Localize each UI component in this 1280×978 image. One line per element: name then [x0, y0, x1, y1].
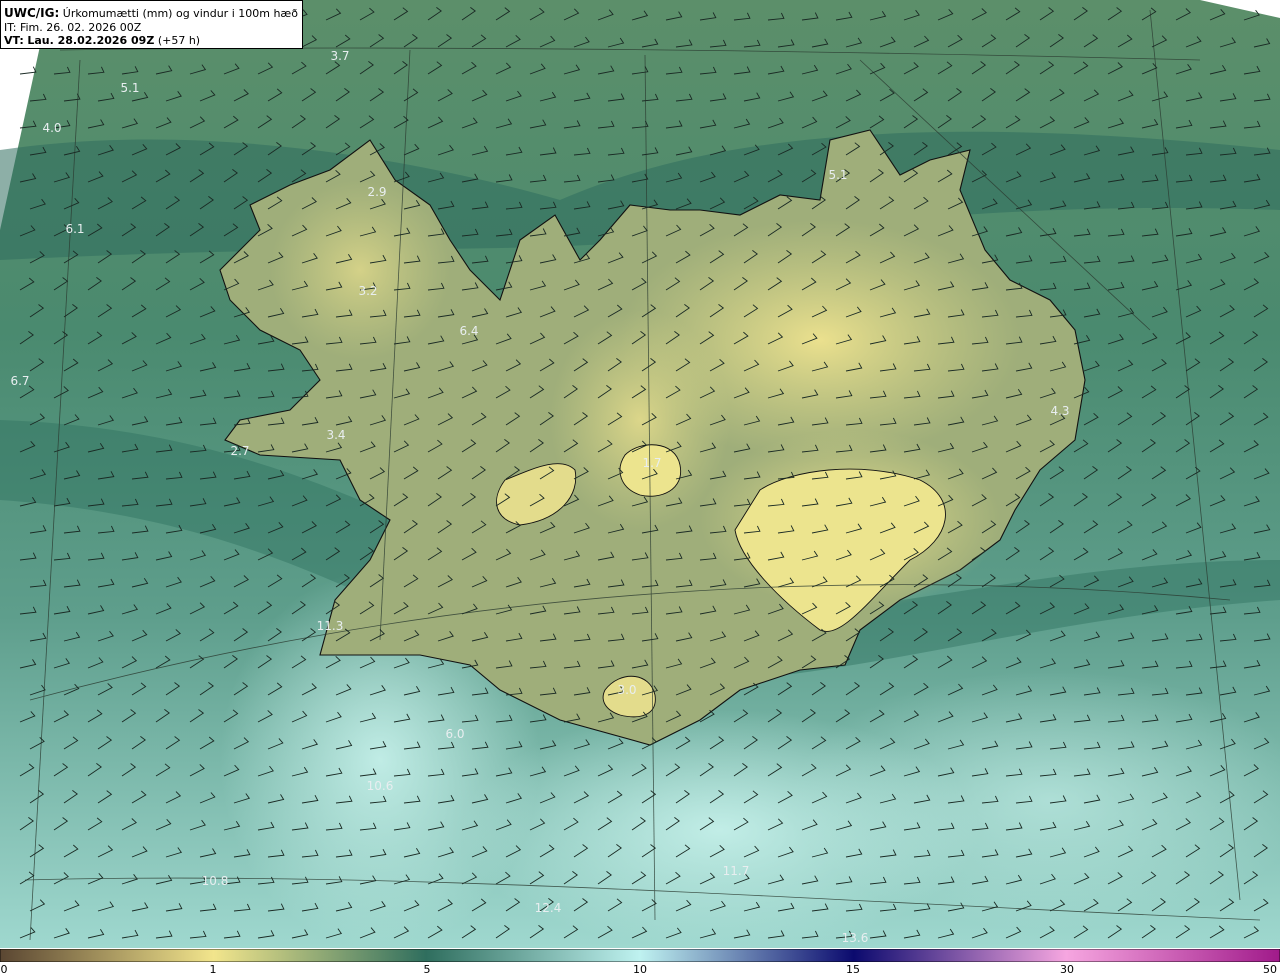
product-description: Úrkomumætti (mm) og vindur i 100m hæð	[62, 7, 298, 20]
precip-value-label: 6.4	[459, 324, 478, 338]
dry-area-central	[550, 310, 730, 530]
model-name: UWC/IG:	[4, 6, 60, 20]
colorbar-tick-label: 15	[846, 963, 860, 976]
precip-value-label: 3.2	[358, 284, 377, 298]
precip-value-label: 12.4	[535, 901, 562, 915]
precip-value-label: 11.3	[317, 619, 344, 633]
dry-area-nw	[270, 180, 450, 360]
precip-value-label: 11.7	[723, 864, 750, 878]
map-header: UWC/IG: Úrkomumætti (mm) og vindur i 100…	[0, 0, 303, 49]
precip-value-label: 10.8	[202, 874, 229, 888]
precip-value-label: 6.0	[445, 727, 464, 741]
colorbar	[0, 949, 1280, 962]
precip-value-label: 13.6	[842, 931, 869, 945]
colorbar-tick-label: 50	[1263, 963, 1277, 976]
precip-value-label: 3.0	[617, 683, 636, 697]
precip-value-label: 3.4	[326, 428, 345, 442]
precip-value-label: 2.7	[230, 444, 249, 458]
init-label: IT:	[4, 20, 17, 34]
init-time: Fim. 26. 02. 2026 00Z	[19, 20, 142, 34]
colorbar-tick-label: 30	[1060, 963, 1074, 976]
precipitation-wind-map: 3.7 5.1 4.0 2.9 6.1 3.2 6.4 6.7 3.4 2.7 5.1 4.3 1.7 3…	[0, 0, 1280, 948]
colorbar-tick-label: 1	[209, 963, 217, 976]
colorbar-tick-label: 5	[423, 963, 431, 976]
colorbar-tick-label: 10	[633, 963, 647, 976]
precip-value-label: 1.7	[642, 456, 661, 470]
precip-value-label: 2.9	[367, 185, 386, 199]
lead-time: (+57 h)	[157, 34, 201, 47]
colorbar-tick-label: 0	[0, 963, 8, 976]
precip-value-label: 10.6	[367, 779, 394, 793]
valid-time: Lau. 28.02.2026 09Z	[27, 34, 155, 47]
precip-value-label: 6.7	[10, 374, 29, 388]
precip-value-label: 5.1	[828, 168, 847, 182]
valid-label: VT:	[4, 34, 24, 47]
precip-value-label: 6.1	[65, 222, 84, 236]
precip-value-label: 5.1	[120, 81, 139, 95]
precip-value-label: 4.3	[1050, 404, 1069, 418]
precip-value-label: 4.0	[42, 121, 61, 135]
precip-value-label: 3.7	[330, 49, 349, 63]
